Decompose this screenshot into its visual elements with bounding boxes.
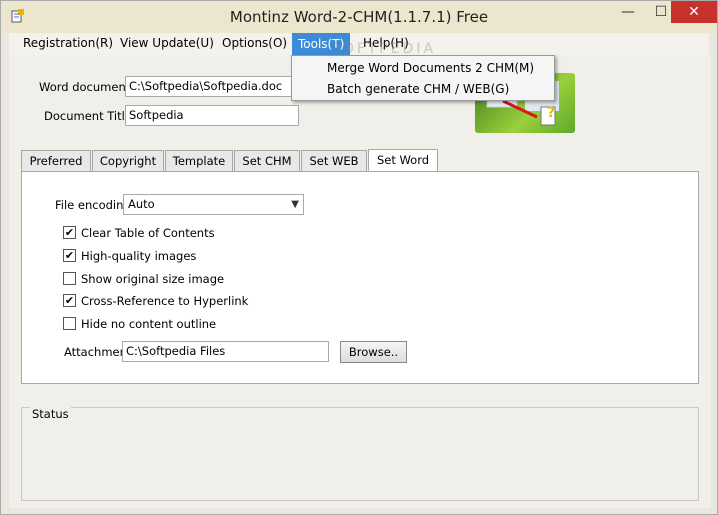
word-document-field[interactable]: C:\Softpedia\Softpedia.doc — [125, 76, 299, 97]
file-encoding-select[interactable]: Auto ▼ — [123, 194, 304, 215]
checkbox-label: Clear Table of Contents — [81, 226, 215, 240]
menu-registration[interactable]: Registration(R) — [23, 36, 113, 50]
set-word-panel: File encoding: Auto ▼ ✔ Clear Table of C… — [21, 171, 699, 384]
checkbox-label: Hide no content outline — [81, 317, 217, 331]
tab-copyright[interactable]: Copyright — [92, 150, 164, 171]
checkbox-hide-no-content[interactable] — [63, 317, 76, 330]
checkbox-clear-toc[interactable]: ✔ — [63, 226, 76, 239]
chevron-down-icon: ▼ — [291, 199, 299, 210]
close-button[interactable]: ✕ — [671, 1, 717, 23]
tools-dropdown-menu: Merge Word Documents 2 CHM(M) Batch gene… — [291, 55, 555, 101]
app-window: Montinz Word-2-CHM(1.1.7.1) Free — ☐ ✕ R… — [0, 0, 718, 515]
status-label: Status — [30, 407, 71, 421]
menu-item-batch-generate[interactable]: Batch generate CHM / WEB(G) — [327, 82, 509, 96]
attachment-field[interactable]: C:\Softpedia Files — [122, 341, 329, 362]
menu-options[interactable]: Options(O) — [222, 36, 287, 50]
menu-item-merge-word-documents[interactable]: Merge Word Documents 2 CHM(M) — [327, 61, 534, 75]
window-title: Montinz Word-2-CHM(1.1.7.1) Free — [229, 8, 489, 26]
main-panel: Word document: C:\Softpedia\Softpedia.do… — [9, 55, 711, 508]
menu-view-update[interactable]: View Update(U) — [120, 36, 214, 50]
tab-preferred[interactable]: Preferred — [21, 150, 91, 171]
word-document-label: Word document: — [39, 80, 135, 94]
tab-template[interactable]: Template — [165, 150, 233, 171]
checkbox-cross-reference[interactable]: ✔ — [63, 294, 76, 307]
checkbox-label: Show original size image — [81, 272, 225, 286]
checkbox-original-size-image[interactable] — [63, 272, 76, 285]
status-group: Status — [21, 407, 699, 501]
document-title-label: Document Title: — [44, 109, 136, 123]
minimize-button[interactable]: — — [613, 1, 643, 23]
browse-button[interactable]: Browse.. — [340, 341, 407, 363]
document-title-field[interactable]: Softpedia — [125, 105, 299, 126]
title-bar[interactable]: Montinz Word-2-CHM(1.1.7.1) Free — ☐ ✕ — [1, 1, 717, 33]
checkbox-label: High-quality images — [81, 249, 197, 263]
tab-set-web[interactable]: Set WEB — [301, 150, 367, 171]
tab-set-word[interactable]: Set Word — [368, 149, 438, 172]
tab-set-chm[interactable]: Set CHM — [234, 150, 300, 171]
checkbox-high-quality-images[interactable]: ✔ — [63, 249, 76, 262]
svg-text:?: ? — [547, 105, 555, 121]
checkbox-label: Cross-Reference to Hyperlink — [81, 294, 249, 308]
file-encoding-value: Auto — [128, 197, 155, 211]
